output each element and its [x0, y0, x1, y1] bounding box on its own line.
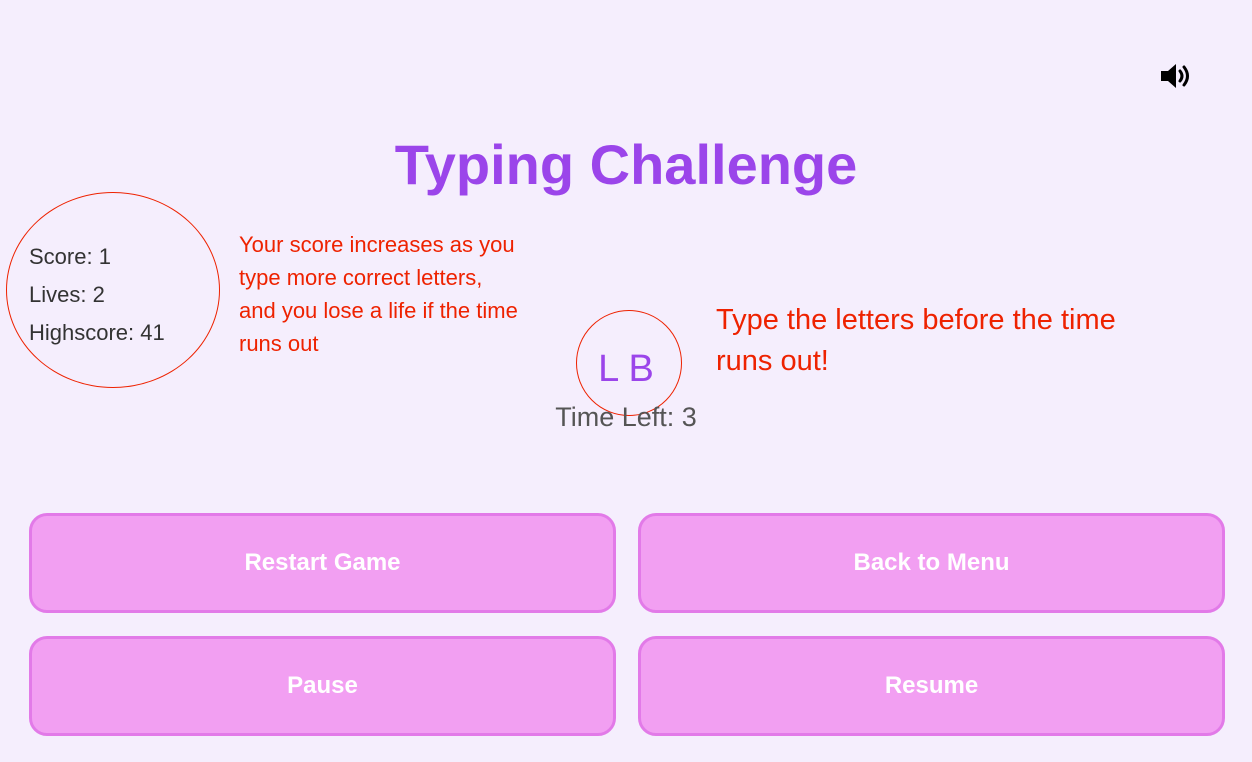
- page-title: Typing Challenge: [394, 133, 858, 196]
- sound-toggle-button[interactable]: [1158, 60, 1194, 92]
- back-to-menu-label: Back to Menu: [853, 549, 1010, 576]
- pause-button[interactable]: Pause: [29, 636, 616, 736]
- game-page: Typing Challenge Score: 1 Lives: 2 Highs…: [0, 0, 1252, 762]
- resume-label: Resume: [884, 672, 979, 699]
- back-to-menu-button[interactable]: Back to Menu: [638, 513, 1225, 613]
- speaker-volume-icon: [1161, 64, 1189, 88]
- letters-annotation-note: Type the letters before the time runs ou…: [716, 304, 1116, 377]
- letters-annotation-circle: [576, 310, 682, 416]
- pause-label: Pause: [287, 672, 358, 699]
- restart-game-label: Restart Game: [244, 549, 401, 576]
- time-left-text: Time Left: 3: [555, 402, 697, 432]
- stats-annotation-note: Your score increases as you type more co…: [239, 232, 518, 356]
- restart-game-button[interactable]: Restart Game: [29, 513, 616, 613]
- resume-button[interactable]: Resume: [638, 636, 1225, 736]
